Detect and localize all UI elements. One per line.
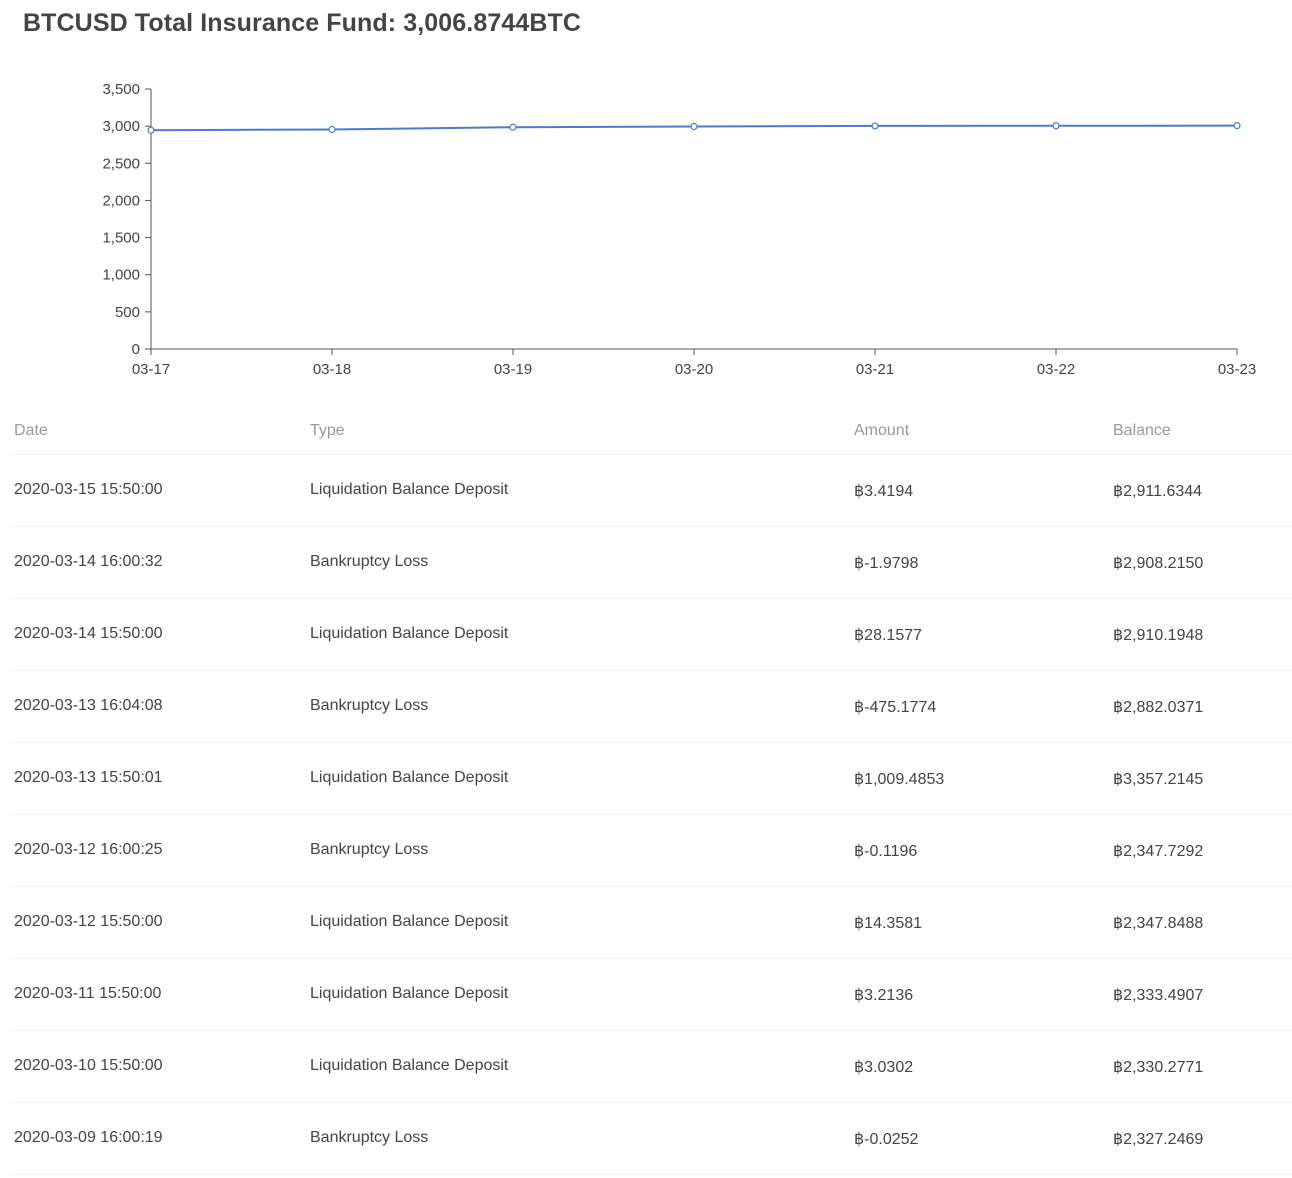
row-date: 2020-03-13 15:50:01 — [14, 769, 163, 786]
data-point — [328, 125, 336, 134]
insurance-fund-chart: 0 500 1,000 1,500 2,000 2,500 3,000 3,500 03-17 0… — [0, 0, 1292, 400]
row-date: 2020-03-14 15:50:00 — [14, 625, 163, 642]
row-amount: ฿3.4194 — [854, 483, 914, 500]
row-balance: ฿2,347.8488 — [1113, 915, 1204, 932]
x-tick-label: 03-18 — [313, 361, 351, 378]
y-tick-label: 3,000 — [102, 118, 140, 135]
row-amount: ฿-475.1774 — [854, 699, 937, 716]
y-tick-label: 1,000 — [102, 267, 140, 284]
table-body: 2020-03-15 15:50:00 Liquidation Balance D… — [14, 455, 1292, 1175]
row-type: Bankruptcy Loss — [310, 553, 429, 570]
y-tick-label: 2,500 — [102, 155, 140, 172]
data-point — [871, 122, 879, 130]
row-amount: ฿14.3581 — [854, 915, 923, 932]
row-type: Liquidation Balance Deposit — [310, 481, 509, 498]
insurance-fund-table: Date Type Amount Balance 2020-03-15 15:5… — [14, 410, 1292, 1175]
row-date: 2020-03-11 15:50:00 — [14, 985, 162, 1002]
row-amount: ฿-1.9798 — [854, 555, 919, 572]
row-balance: ฿2,882.0371 — [1113, 699, 1204, 716]
row-date: 2020-03-12 16:00:25 — [14, 841, 163, 858]
table-row: 2020-03-09 16:00:19 Bankruptcy Loss ฿-0.02… — [14, 1103, 1292, 1175]
row-balance: ฿2,327.2469 — [1113, 1131, 1204, 1148]
table-header: Date Type Amount Balance — [14, 410, 1292, 455]
table-row: 2020-03-10 15:50:00 Liquidation Balance D… — [14, 1031, 1292, 1103]
row-balance: ฿2,911.6344 — [1113, 483, 1203, 500]
row-type: Liquidation Balance Deposit — [310, 625, 509, 642]
table-row: 2020-03-14 16:00:32 Bankruptcy Loss ฿-1.97… — [14, 527, 1292, 599]
row-amount: ฿1,009.4853 — [854, 771, 945, 788]
data-point — [1052, 122, 1060, 130]
row-date: 2020-03-14 16:00:32 — [14, 553, 163, 570]
row-type: Liquidation Balance Deposit — [310, 985, 509, 1002]
x-tick-label: 03-23 — [1218, 361, 1256, 378]
row-date: 2020-03-13 16:04:08 — [14, 697, 163, 714]
y-tick-label: 1,500 — [102, 230, 140, 247]
row-type: Bankruptcy Loss — [310, 841, 429, 858]
row-amount: ฿3.0302 — [854, 1059, 914, 1076]
row-date: 2020-03-09 16:00:19 — [14, 1129, 163, 1146]
row-balance: ฿3,357.2145 — [1113, 771, 1204, 788]
column-header-date: Date — [14, 422, 48, 439]
row-date: 2020-03-12 15:50:00 — [14, 913, 163, 930]
table-row: 2020-03-14 15:50:00 Liquidation Balance D… — [14, 599, 1292, 671]
data-point — [147, 126, 155, 134]
table-row: 2020-03-15 15:50:00 Liquidation Balance D… — [14, 455, 1292, 527]
row-amount: ฿-0.1196 — [854, 843, 918, 860]
x-tick-label: 03-22 — [1037, 361, 1075, 378]
column-header-balance: Balance — [1113, 422, 1171, 439]
x-tick-label: 03-21 — [856, 361, 894, 378]
y-tick-label: 0 — [132, 341, 140, 358]
table-row: 2020-03-13 16:04:08 Bankruptcy Loss ฿-475.… — [14, 671, 1292, 743]
row-balance: ฿2,910.1948 — [1113, 627, 1204, 644]
row-type: Bankruptcy Loss — [310, 697, 429, 714]
row-amount: ฿3.2136 — [854, 987, 914, 1004]
row-type: Bankruptcy Loss — [310, 1129, 429, 1146]
y-tick-label: 500 — [115, 304, 140, 321]
row-balance: ฿2,347.7292 — [1113, 843, 1204, 860]
table-row: 2020-03-12 16:00:25 Bankruptcy Loss ฿-0.11… — [14, 815, 1292, 887]
y-tick-label: 2,000 — [102, 192, 140, 209]
data-point — [509, 123, 517, 131]
row-type: Liquidation Balance Deposit — [310, 1057, 509, 1074]
row-amount: ฿28.1577 — [854, 627, 923, 644]
row-date: 2020-03-10 15:50:00 — [14, 1057, 163, 1074]
table-row: 2020-03-11 15:50:00 Liquidation Balance D… — [14, 959, 1292, 1031]
column-header-amount: Amount — [854, 422, 910, 439]
row-balance: ฿2,908.2150 — [1113, 555, 1204, 572]
row-type: Liquidation Balance Deposit — [310, 769, 509, 786]
x-tick-label: 03-19 — [494, 361, 532, 378]
row-balance: ฿2,333.4907 — [1113, 987, 1204, 1004]
insurance-fund-line-chart: 0 500 1,000 1,500 2,000 2,500 3,000 3,500 03-17 0… — [102, 81, 1256, 378]
data-point — [690, 122, 698, 131]
x-tick-label: 03-17 — [132, 361, 170, 378]
x-tick-label: 03-20 — [675, 361, 713, 378]
table-row: 2020-03-13 15:50:01 Liquidation Balance D… — [14, 743, 1292, 815]
row-type: Liquidation Balance Deposit — [310, 913, 509, 930]
row-date: 2020-03-15 15:50:00 — [14, 481, 163, 498]
column-header-type: Type — [310, 422, 345, 439]
row-balance: ฿2,330.2771 — [1113, 1059, 1204, 1076]
y-tick-label: 3,500 — [102, 81, 140, 98]
row-amount: ฿-0.0252 — [854, 1131, 919, 1148]
data-point — [1233, 122, 1241, 130]
table-row: 2020-03-12 15:50:00 Liquidation Balance D… — [14, 887, 1292, 959]
